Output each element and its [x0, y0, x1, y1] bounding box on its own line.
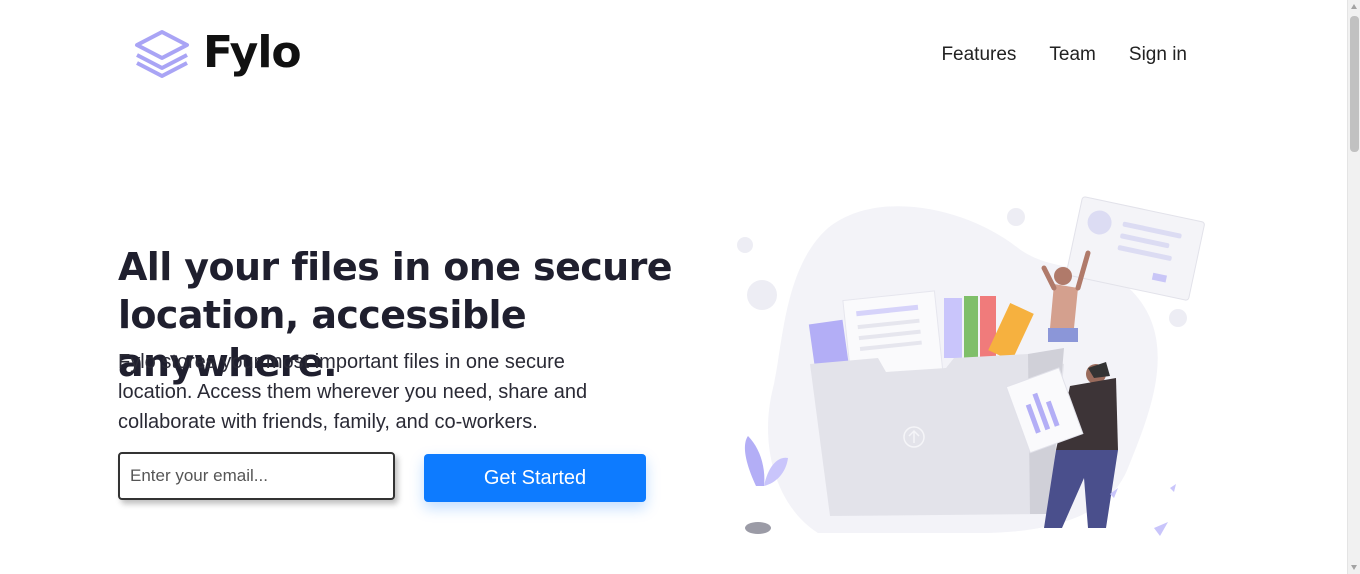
stacked-layers-icon — [135, 30, 189, 78]
site-header: Fylo Features Team Sign in — [0, 0, 1347, 110]
brand-name: Fylo — [203, 27, 302, 78]
main-nav: Features Team Sign in — [941, 44, 1187, 66]
brand-logo[interactable]: Fylo — [133, 27, 302, 78]
scroll-down-arrow-icon[interactable] — [1351, 565, 1357, 570]
nav-link-features[interactable]: Features — [941, 44, 1016, 66]
email-input[interactable] — [118, 452, 395, 500]
hero-description: Fylo stores your most important files in… — [118, 351, 588, 433]
get-started-button[interactable]: Get Started — [424, 454, 646, 502]
nav-link-sign-in[interactable]: Sign in — [1129, 44, 1187, 66]
page-scrollbar[interactable] — [1347, 0, 1360, 574]
scrollbar-thumb[interactable] — [1350, 16, 1359, 152]
file-sharing-illustration — [737, 196, 1205, 536]
scroll-up-arrow-icon[interactable] — [1351, 4, 1357, 9]
nav-link-team[interactable]: Team — [1049, 44, 1095, 66]
